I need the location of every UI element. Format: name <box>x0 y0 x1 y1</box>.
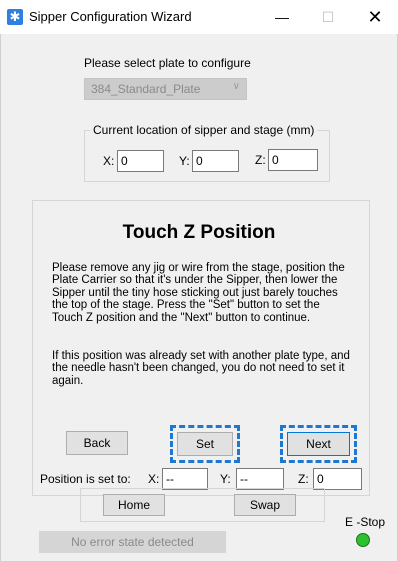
current-x-field[interactable]: 0 <box>117 150 164 172</box>
maximize-button[interactable]: ☐ <box>305 4 351 30</box>
back-button[interactable]: Back <box>66 431 128 455</box>
app-snowflake-icon: ✱ <box>7 9 23 25</box>
window-title: Sipper Configuration Wizard <box>29 9 192 24</box>
set-button[interactable]: Set <box>177 432 233 456</box>
estop-indicator-icon <box>356 533 370 547</box>
close-button[interactable]: ✕ <box>352 4 398 30</box>
current-x-label: X: <box>103 154 115 168</box>
position-z-label: Z: <box>298 472 309 486</box>
minimize-button[interactable]: — <box>259 4 305 30</box>
status-bar: No error state detected <box>39 531 226 553</box>
position-x-field[interactable]: -- <box>162 468 208 490</box>
home-button[interactable]: Home <box>103 494 165 516</box>
touch-z-instructions: Please remove any jig or wire from the s… <box>52 262 345 324</box>
touch-z-heading: Touch Z Position <box>122 222 276 243</box>
title-bar: ✱ Sipper Configuration Wizard — ☐ ✕ <box>0 0 398 34</box>
plate-select-value: 384_Standard_Plate <box>91 82 201 96</box>
current-z-field[interactable]: 0 <box>268 149 318 171</box>
position-z-field[interactable]: 0 <box>313 468 362 490</box>
position-y-field[interactable]: -- <box>236 468 284 490</box>
current-z-label: Z: <box>255 153 266 167</box>
plate-prompt: Please select plate to configure <box>84 56 251 70</box>
touch-z-note: If this position was already set with an… <box>52 350 350 387</box>
next-button[interactable]: Next <box>287 432 350 456</box>
estop-label: E -Stop <box>345 515 386 529</box>
current-y-field[interactable]: 0 <box>192 150 239 172</box>
position-set-label: Position is set to: <box>40 472 131 486</box>
chevron-down-icon: ∨ <box>232 81 240 92</box>
current-location-title: Current location of sipper and stage (mm… <box>90 123 318 137</box>
position-x-label: X: <box>148 472 160 486</box>
swap-button[interactable]: Swap <box>234 494 296 516</box>
position-y-label: Y: <box>220 472 231 486</box>
plate-select[interactable]: 384_Standard_Plate ∨ <box>84 78 247 100</box>
current-y-label: Y: <box>179 154 190 168</box>
